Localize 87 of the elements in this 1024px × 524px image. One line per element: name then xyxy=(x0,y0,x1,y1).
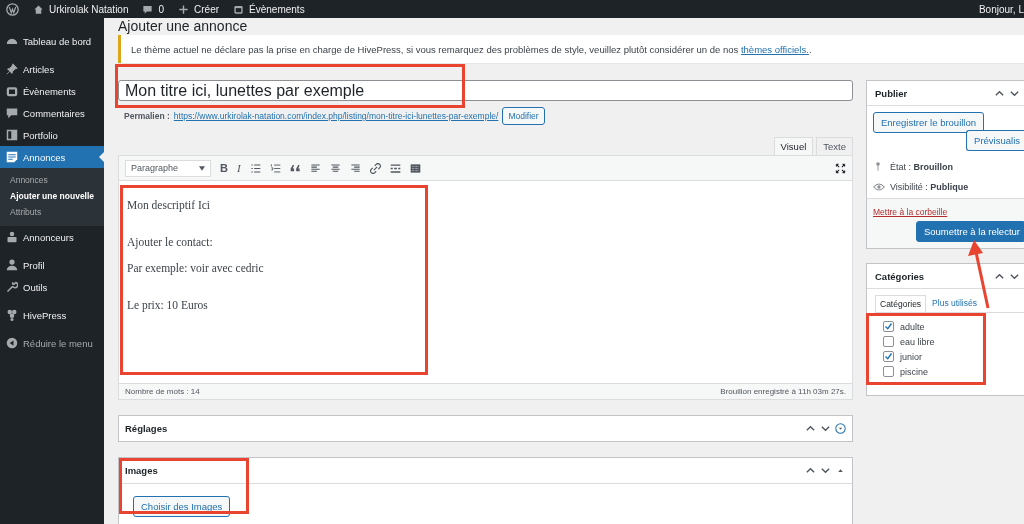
submit-review-button[interactable]: Soumettre à la relectur xyxy=(915,221,1024,242)
link-icon[interactable] xyxy=(369,162,381,174)
comment-icon xyxy=(6,107,18,119)
expand-toggle-icon[interactable] xyxy=(835,423,846,434)
move-down-icon[interactable] xyxy=(820,465,831,476)
italic-button[interactable]: I xyxy=(236,162,241,174)
submenu-item[interactable]: Annonces xyxy=(0,172,104,188)
editor-content[interactable]: Mon descriptif Ici Ajouter le contact: Par exemple: voir avec cedric Le prix: 10 Euros xyxy=(119,181,852,383)
meta-box-title: Réglages xyxy=(125,423,168,434)
category-checkbox[interactable] xyxy=(883,336,894,347)
edit-permalink-button[interactable]: Modifier xyxy=(502,107,545,125)
sidebar-item[interactable]: Articles xyxy=(0,58,104,80)
move-up-icon[interactable] xyxy=(805,465,816,476)
home-icon xyxy=(33,3,44,15)
sidebar-item[interactable]: Commentaires xyxy=(0,102,104,124)
wordpress-logo-icon[interactable] xyxy=(6,2,19,16)
permalink-link[interactable]: https://www.urkirolak-natation.com/index.php/listing/mon-titre-ici-lunettes-par-exemple/ xyxy=(173,111,499,121)
eye-icon xyxy=(873,183,885,191)
portfolio-icon xyxy=(6,129,18,141)
pin-icon xyxy=(6,63,18,75)
move-down-icon[interactable] xyxy=(820,423,831,434)
editor-tab[interactable]: Visuel xyxy=(773,137,814,155)
themes-link[interactable]: thèmes officiels. xyxy=(740,44,809,55)
editor-tab[interactable]: Texte xyxy=(816,137,853,155)
visibility-text: Visibilité : Publique xyxy=(890,182,969,192)
choose-images-button[interactable]: Choisir des Images xyxy=(133,496,231,517)
events-link[interactable]: Évènements xyxy=(233,3,305,15)
permalink-label: Permalien : xyxy=(124,111,170,121)
submenu-item[interactable]: Attributs xyxy=(0,204,104,220)
paragraph: Ajouter le contact: xyxy=(127,236,214,249)
sidebar-item[interactable]: HivePress xyxy=(0,304,104,326)
align-center-icon[interactable] xyxy=(329,162,341,174)
pin-icon xyxy=(875,161,881,172)
fullscreen-icon[interactable] xyxy=(835,162,846,174)
read-more-icon[interactable] xyxy=(389,162,401,174)
collapse-menu-button[interactable]: Réduire le menu xyxy=(0,332,104,354)
listing-icon xyxy=(6,151,18,163)
align-right-icon[interactable] xyxy=(349,162,361,174)
publish-title: Publier xyxy=(875,87,908,99)
format-dropdown[interactable]: Paragraphe xyxy=(125,159,211,177)
sidebar-item[interactable]: Évènements xyxy=(0,80,104,102)
person-icon xyxy=(6,259,18,271)
page-title: Ajouter une annonce xyxy=(118,18,249,35)
paragraph: Par exemple: voir avec cedric xyxy=(127,262,265,275)
trash-link[interactable]: Mettre à la corbeille xyxy=(873,207,1024,217)
plus-icon xyxy=(178,3,190,15)
numbered-list-icon[interactable] xyxy=(269,162,281,174)
save-draft-button[interactable]: Enregistrer le brouillon xyxy=(873,112,985,133)
category-label: junior xyxy=(900,351,922,362)
category-tab[interactable]: Catégories xyxy=(875,295,927,312)
category-label: adulte xyxy=(900,321,925,332)
category-label: piscine xyxy=(900,366,928,377)
category-label: eau libre xyxy=(900,336,935,347)
word-count: Nombre de mots : 14 xyxy=(125,387,200,396)
toolbar-toggle-icon[interactable] xyxy=(409,162,421,174)
paragraph: Mon descriptif Ici xyxy=(127,199,212,212)
collapse-icon xyxy=(6,337,18,349)
category-tab[interactable]: Plus utilisés xyxy=(928,295,981,312)
caret-icon xyxy=(199,165,205,171)
notice-text: Le thème actuel ne déclare pas la prise en charge de HivePress, si vous remarquez des problèmes de style, veuillez plutôt considérer un de nos thèmes officiels.. xyxy=(131,44,812,55)
sidebar-item[interactable]: Outils xyxy=(0,276,104,298)
status-text: État : Brouillon xyxy=(890,161,953,172)
submenu-item[interactable]: Ajouter une nouvelle xyxy=(0,188,104,204)
move-up-icon[interactable] xyxy=(805,423,816,434)
category-checkbox[interactable] xyxy=(883,321,894,332)
comments-link[interactable]: 0 xyxy=(142,3,165,15)
title-field[interactable]: Mon titre ici, lunettes par exemple xyxy=(118,80,853,101)
meta-box-title: Images xyxy=(125,465,158,476)
bold-button[interactable]: B xyxy=(220,162,228,174)
sidebar-item[interactable]: Profil xyxy=(0,254,104,276)
greeting-link[interactable]: Bonjour, L xyxy=(978,3,1024,15)
sidebar-item[interactable]: Annonces xyxy=(0,146,104,168)
category-checkbox[interactable] xyxy=(883,366,894,377)
sidebar-item[interactable]: Portfolio xyxy=(0,124,104,146)
site-name-link[interactable]: Urkirolak Natation xyxy=(33,3,129,15)
new-link[interactable]: Créer xyxy=(178,3,220,15)
comment-icon xyxy=(142,3,154,15)
bullet-list-icon[interactable] xyxy=(249,162,261,174)
sidebar-item[interactable]: Annonceurs xyxy=(0,226,104,248)
sidebar-item[interactable]: Tableau de bord xyxy=(0,30,104,52)
quote-icon[interactable] xyxy=(289,162,301,174)
align-left-icon[interactable] xyxy=(309,162,321,174)
draft-saved-text: Brouillon enregistré à 11h 03m 27s. xyxy=(720,387,846,396)
category-checkbox[interactable] xyxy=(883,351,894,362)
categories-title: Catégories xyxy=(875,270,925,282)
preview-button[interactable]: Prévisualis xyxy=(966,130,1024,151)
paragraph: Le prix: 10 Euros xyxy=(127,299,209,312)
